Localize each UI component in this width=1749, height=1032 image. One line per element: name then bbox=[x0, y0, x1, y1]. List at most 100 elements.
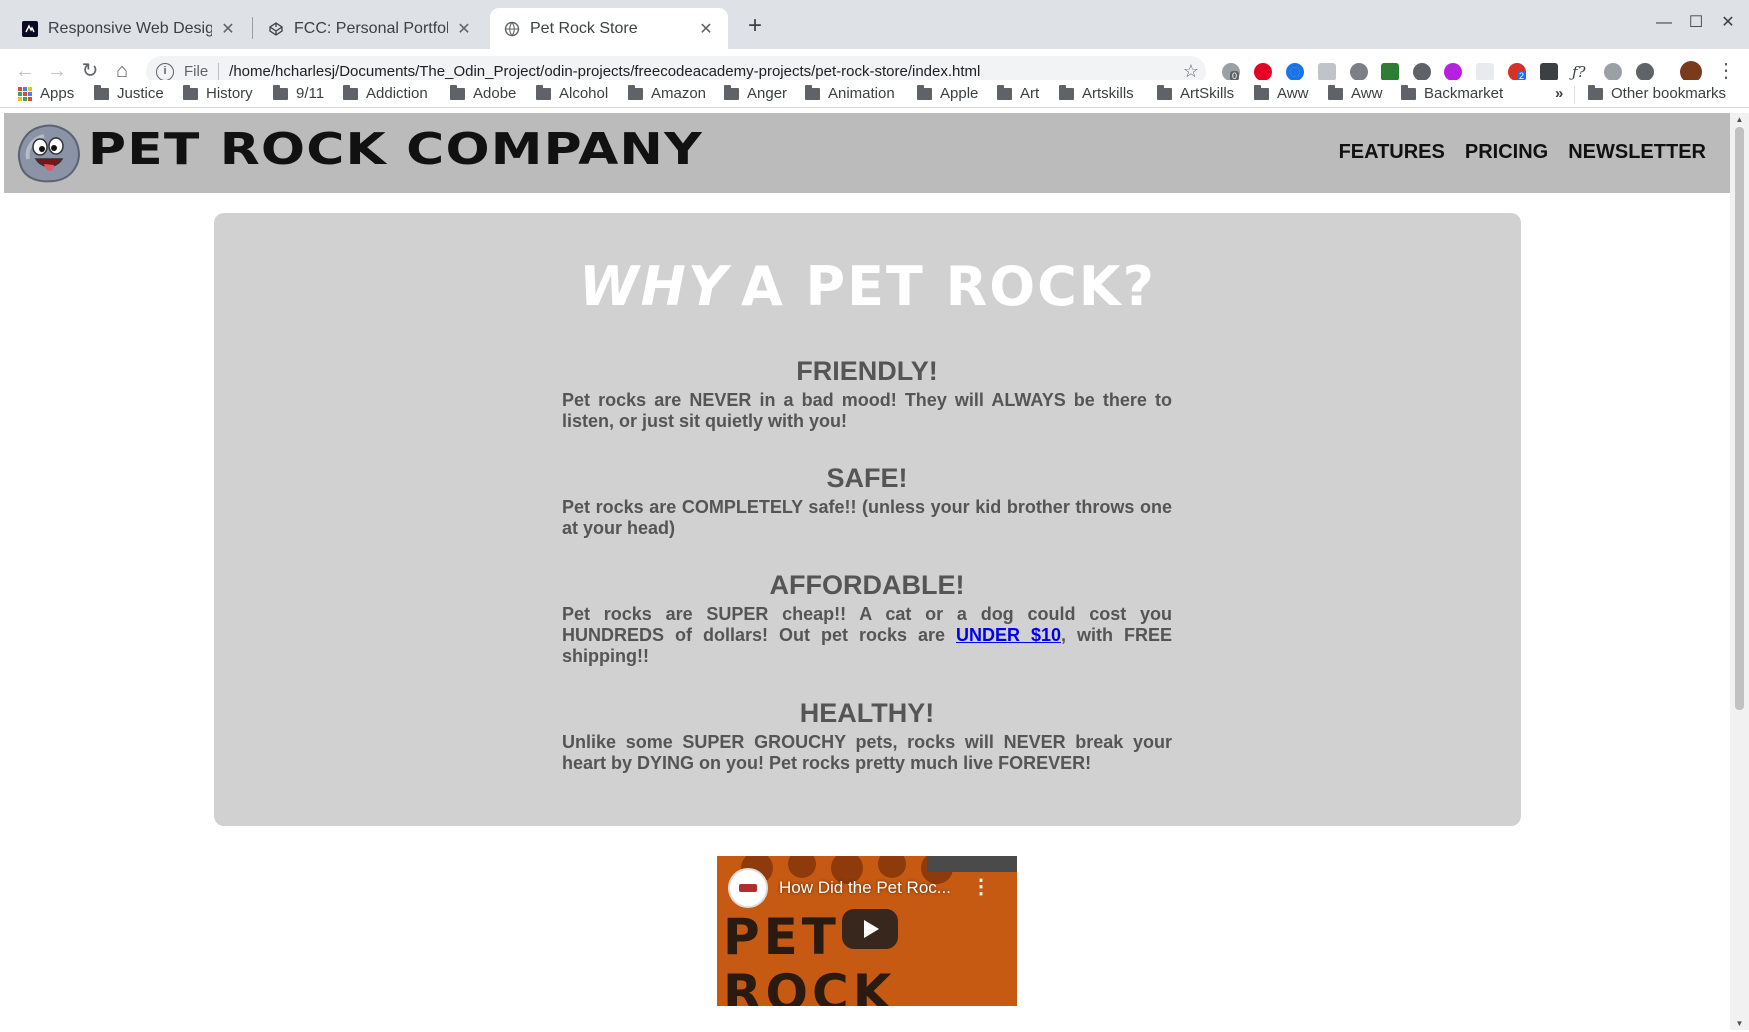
bookmark-folder[interactable]: Artskills bbox=[1059, 84, 1134, 102]
settings-gear-icon[interactable] bbox=[1636, 63, 1654, 81]
extension-icon[interactable] bbox=[1413, 63, 1431, 81]
bookmark-folder[interactable]: Apple bbox=[917, 84, 978, 102]
bookmark-label: Aww bbox=[1351, 85, 1383, 102]
extension-icon[interactable] bbox=[1286, 63, 1304, 81]
bookmark-folder[interactable]: Animation bbox=[805, 84, 895, 102]
feature-text: Pet rocks are COMPLETELY safe!! (unless … bbox=[562, 497, 1172, 538]
bookmark-folder[interactable]: Amazon bbox=[628, 84, 706, 102]
scrollbar-thumb[interactable] bbox=[1735, 127, 1744, 710]
bookmark-apps[interactable]: Apps bbox=[18, 85, 74, 102]
pet-rock-logo-icon bbox=[18, 124, 80, 183]
bookmark-folder[interactable]: 9/11 bbox=[273, 84, 325, 102]
feature-friendly: FRIENDLY! Pet rocks are NEVER in a bad m… bbox=[562, 356, 1172, 432]
bookmark-star-icon[interactable]: ☆ bbox=[1176, 61, 1206, 82]
bookmark-folder[interactable]: Backmarket bbox=[1401, 84, 1504, 102]
feature-title: HEALTHY! bbox=[799, 698, 935, 728]
close-window-icon[interactable]: ✕ bbox=[1710, 10, 1746, 36]
extension-icon[interactable] bbox=[1318, 63, 1336, 81]
url-text[interactable]: /home/hcharlesj/Documents/The_Odin_Proje… bbox=[229, 63, 1176, 80]
tab-responsive-web-design[interactable]: Responsive Web Design P ✕ bbox=[8, 8, 250, 49]
bookmark-folder[interactable]: Alcohol bbox=[536, 84, 609, 102]
feature-affordable: AFFORDABLE! Pet rocks are SUPER cheap!! … bbox=[562, 570, 1172, 667]
tab-divider bbox=[252, 17, 253, 39]
folder-icon bbox=[1254, 84, 1269, 100]
bookmark-folder[interactable]: Justice bbox=[94, 84, 164, 102]
function-icon[interactable]: ƒ? bbox=[1572, 63, 1590, 81]
nav-link-pricing[interactable]: PRICING bbox=[1465, 141, 1548, 164]
page-scrollbar[interactable]: ▲ ▼ bbox=[1730, 113, 1749, 1030]
info-icon[interactable]: i bbox=[156, 62, 174, 81]
scroll-down-icon[interactable]: ▼ bbox=[1735, 1019, 1744, 1028]
channel-avatar[interactable] bbox=[728, 868, 768, 908]
features-card: WHY A PET ROCK? FRIENDLY! Pet rocks are N… bbox=[214, 213, 1521, 826]
bookmark-label: Other bookmarks bbox=[1611, 85, 1727, 102]
tab-fcc-personal-portfolio[interactable]: FCC: Personal Portfolio ✕ bbox=[254, 8, 486, 49]
bookmark-label: Aww bbox=[1277, 85, 1309, 102]
bookmark-folder[interactable]: Aww bbox=[1254, 84, 1309, 102]
extension-icon[interactable] bbox=[1604, 63, 1622, 81]
play-icon[interactable] bbox=[842, 909, 898, 949]
nav-link-features[interactable]: FEATURES bbox=[1339, 141, 1445, 164]
bookmark-folder[interactable]: Aww bbox=[1328, 84, 1383, 102]
bookmark-label: Addiction bbox=[366, 85, 428, 102]
bookmark-label: Adobe bbox=[473, 85, 517, 102]
divider bbox=[1574, 86, 1575, 104]
minimize-icon[interactable]: — bbox=[1646, 10, 1682, 36]
thumbnail-text: PET bbox=[723, 908, 840, 966]
extension-icon[interactable]: 2 bbox=[1508, 63, 1527, 81]
bookmark-label: 9/11 bbox=[296, 85, 325, 102]
bookmark-folder[interactable]: Addiction bbox=[343, 84, 428, 102]
page-viewport: PET ROCK COMPANY FEATURES PRICING NEWSLE… bbox=[4, 113, 1730, 1030]
nav-link-newsletter[interactable]: NEWSLETTER bbox=[1568, 141, 1706, 164]
bookmark-label: Artskills bbox=[1082, 85, 1134, 102]
bookmark-folder[interactable]: Adobe bbox=[450, 84, 517, 102]
codepen-icon bbox=[268, 21, 284, 37]
folder-icon bbox=[1401, 84, 1416, 100]
bookmark-folder[interactable]: ArtSkills bbox=[1157, 84, 1234, 102]
tab-pet-rock-store[interactable]: Pet Rock Store ✕ bbox=[490, 8, 728, 49]
folder-icon bbox=[805, 84, 820, 100]
bookmark-label: Anger bbox=[747, 85, 788, 102]
feature-title: AFFORDABLE! bbox=[769, 570, 965, 600]
scheme-label: File bbox=[184, 63, 209, 80]
bookmark-label: Justice bbox=[117, 85, 164, 102]
folder-icon bbox=[1059, 84, 1074, 100]
bookmark-folder[interactable]: Art bbox=[997, 84, 1039, 102]
pinterest-icon[interactable] bbox=[1254, 63, 1272, 81]
bookmark-folder[interactable]: History bbox=[183, 84, 253, 102]
close-icon[interactable]: ✕ bbox=[220, 19, 236, 39]
bookmark-label: Backmarket bbox=[1424, 85, 1504, 102]
folder-icon bbox=[450, 84, 465, 100]
hero-emphasis: WHY bbox=[579, 255, 729, 318]
new-tab-button[interactable]: + bbox=[740, 12, 770, 42]
bookmark-label: History bbox=[206, 85, 253, 102]
more-vert-icon[interactable]: ⋮ bbox=[971, 874, 991, 899]
youtube-video-embed[interactable]: PET ROCK How Did the Pet Roc... ⋮ bbox=[717, 856, 1017, 1006]
tab-title: Pet Rock Store bbox=[530, 19, 638, 37]
feature-healthy: HEALTHY! Unlike some SUPER GROUCHY pets,… bbox=[562, 698, 1172, 774]
extension-icon[interactable] bbox=[1476, 63, 1494, 81]
tree-icon[interactable] bbox=[1381, 63, 1399, 81]
bookmark-folder[interactable]: Anger bbox=[724, 84, 788, 102]
extension-icon[interactable] bbox=[1444, 63, 1462, 81]
folder-icon bbox=[536, 84, 551, 100]
extension-icon[interactable]: 0 bbox=[1222, 63, 1240, 81]
bookmarks-overflow-button[interactable]: » bbox=[1555, 85, 1563, 102]
close-icon[interactable]: ✕ bbox=[698, 19, 714, 39]
folder-icon bbox=[94, 84, 109, 100]
folder-icon bbox=[1157, 84, 1172, 100]
folder-icon bbox=[273, 84, 288, 100]
maximize-icon[interactable]: ☐ bbox=[1678, 10, 1714, 36]
scroll-up-icon[interactable]: ▲ bbox=[1735, 115, 1744, 124]
wrench-icon[interactable] bbox=[1540, 63, 1558, 81]
main-nav: FEATURES PRICING NEWSLETTER bbox=[1339, 141, 1706, 164]
folder-icon bbox=[724, 84, 739, 100]
under-10-link[interactable]: UNDER $10 bbox=[956, 625, 1061, 645]
feature-text: Pet rocks are SUPER cheap!! A cat or a d… bbox=[562, 604, 1172, 667]
bookmark-label: Alcohol bbox=[559, 85, 609, 102]
video-title[interactable]: How Did the Pet Roc... bbox=[779, 878, 951, 898]
brand-title[interactable]: PET ROCK COMPANY bbox=[88, 124, 703, 175]
bookmark-other[interactable]: Other bookmarks bbox=[1588, 84, 1727, 102]
close-icon[interactable]: ✕ bbox=[456, 19, 472, 39]
bug-icon[interactable] bbox=[1350, 63, 1368, 81]
